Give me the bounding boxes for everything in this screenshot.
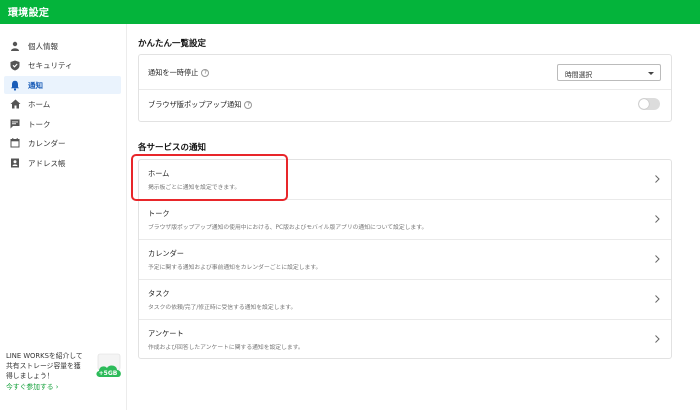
chevron-right-icon [655, 335, 660, 343]
service-name: カレンダー [148, 249, 184, 258]
sidebar-item-security[interactable]: セキュリティ [4, 56, 121, 74]
service-name: タスク [148, 289, 170, 298]
services-section-title: 各サービスの通知 [138, 143, 207, 153]
promo-text: LINE WORKSを紹介して共有ストレージ容量を獲得しましょう！ [6, 352, 83, 380]
sidebar-item-calendar[interactable]: カレンダー [4, 134, 121, 152]
sidebar-item-label: カレンダー [28, 138, 66, 148]
chevron-right-icon [655, 255, 660, 263]
pause-time-select[interactable]: 時間選択 [557, 64, 661, 81]
service-desc: 作成および回答したアンケートに関する通知を設定します。 [148, 345, 304, 351]
service-name: トーク [148, 209, 170, 218]
chevron-right-icon [655, 175, 660, 183]
chevron-right-icon [655, 215, 660, 223]
service-desc: タスクの依頼/完了/修正時に受信する通知を設定します。 [148, 305, 297, 311]
sidebar-item-label: セキュリティ [28, 60, 73, 70]
sidebar: 個人情報 セキュリティ 通知 ホーム トーク カレンダー アドレス帳 LINE … [0, 24, 127, 410]
storage-promo: LINE WORKSを紹介して共有ストレージ容量を獲得しましょう！ 今すぐ参加す… [6, 351, 124, 396]
service-row-calendar[interactable]: カレンダー 予定に関する通知および事前通知をカレンダーごとに設定します。 [139, 240, 671, 280]
app-header: 環境設定 [0, 0, 700, 24]
toggle-knob [639, 99, 649, 109]
service-row-survey[interactable]: アンケート 作成および回答したアンケートに関する通知を設定します。 [139, 320, 671, 358]
service-desc: 予定に関する通知および事前通知をカレンダーごとに設定します。 [148, 265, 322, 271]
sidebar-item-notifications[interactable]: 通知 [4, 76, 121, 94]
promo-join-link[interactable]: 今すぐ参加する › [6, 381, 58, 391]
cloud-storage-icon: +5GB [92, 353, 126, 383]
browser-popup-row: ブラウザ版ポップアップ通知 ? [139, 90, 671, 121]
chat-icon [9, 118, 21, 130]
sidebar-item-talk[interactable]: トーク [4, 115, 121, 133]
sidebar-item-profile[interactable]: 個人情報 [4, 37, 121, 55]
pause-label: 通知を一時停止 ? [148, 68, 210, 78]
browser-popup-label: ブラウザ版ポップアップ通知 ? [148, 100, 253, 110]
summary-section-title: かんたん一覧設定 [138, 39, 207, 49]
sidebar-item-home[interactable]: ホーム [4, 95, 121, 113]
bell-icon [9, 79, 21, 91]
help-icon[interactable]: ? [201, 69, 210, 77]
sidebar-item-label: トーク [28, 119, 51, 129]
sidebar-item-label: 通知 [28, 80, 43, 90]
browser-popup-toggle[interactable] [638, 98, 660, 110]
sidebar-item-label: 個人情報 [28, 41, 58, 51]
help-icon[interactable]: ? [244, 101, 253, 109]
calendar-icon [9, 137, 21, 149]
app-title: 環境設定 [8, 8, 50, 19]
promo-badge-text: +5GB [99, 370, 118, 377]
home-icon [9, 98, 21, 110]
sidebar-item-label: ホーム [28, 99, 51, 109]
browser-popup-label-text: ブラウザ版ポップアップ通知 [148, 100, 242, 109]
sidebar-item-label: アドレス帳 [28, 158, 66, 168]
shield-icon [9, 59, 21, 71]
pause-label-text: 通知を一時停止 [148, 68, 199, 77]
service-row-talk[interactable]: トーク ブラウザ版ポップアップ通知の使用中における、PC版およびモバイル版アプリ… [139, 200, 671, 240]
service-desc: ブラウザ版ポップアップ通知の使用中における、PC版およびモバイル版アプリの通知に… [148, 225, 428, 231]
chevron-down-icon [648, 72, 654, 75]
pause-select-value: 時間選択 [565, 71, 593, 79]
highlight-annotation [131, 154, 288, 201]
sidebar-item-address-book[interactable]: アドレス帳 [4, 154, 121, 172]
service-row-task[interactable]: タスク タスクの依頼/完了/修正時に受信する通知を設定します。 [139, 280, 671, 320]
service-name: アンケート [148, 329, 184, 338]
contacts-icon [9, 157, 21, 169]
summary-card: 通知を一時停止 ? 時間選択 ブラウザ版ポップアップ通知 ? [138, 54, 672, 122]
pause-row: 通知を一時停止 ? 時間選択 [139, 55, 671, 90]
person-icon [9, 40, 21, 52]
chevron-right-icon [655, 295, 660, 303]
